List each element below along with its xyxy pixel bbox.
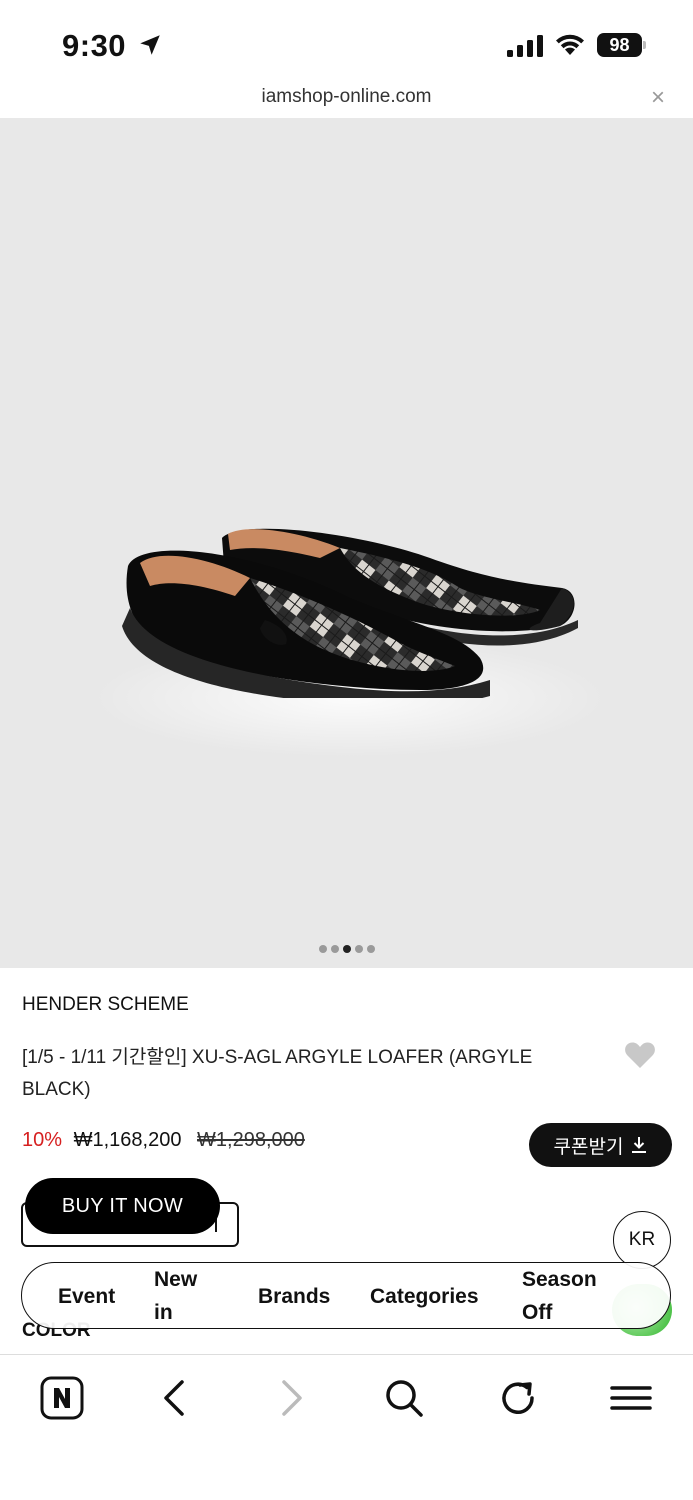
download-icon	[632, 1137, 647, 1153]
product-image-loafers	[122, 528, 578, 698]
reload-icon[interactable]	[496, 1376, 540, 1420]
url-text[interactable]: iamshop-online.com	[0, 86, 693, 108]
naver-app-icon[interactable]	[40, 1376, 84, 1420]
carousel-dot[interactable]	[366, 945, 375, 953]
buy-it-now-button[interactable]: BUY IT NOW	[25, 1178, 220, 1234]
sale-price: ₩1,168,200	[73, 1129, 182, 1151]
carousel-dot[interactable]	[330, 945, 339, 953]
status-bar: 9:30 98	[0, 0, 693, 84]
heart-icon[interactable]	[624, 1040, 656, 1070]
menu-icon[interactable]	[609, 1376, 653, 1420]
close-icon[interactable]: ×	[648, 84, 668, 112]
battery-nub	[643, 41, 646, 49]
search-icon[interactable]	[382, 1376, 426, 1420]
wifi-icon	[556, 34, 584, 55]
battery-icon: 98	[597, 33, 647, 57]
carousel-dot[interactable]	[354, 945, 363, 953]
product-image-gallery[interactable]	[0, 118, 693, 968]
battery-level: 98	[597, 33, 642, 57]
category-nav: Event New in Brands Categories Season Of…	[21, 1262, 671, 1329]
url-bar[interactable]: iamshop-online.com ×	[0, 84, 693, 118]
signal-icon	[507, 35, 543, 57]
browser-toolbar	[0, 1354, 693, 1500]
forward-icon[interactable]	[268, 1376, 312, 1420]
nav-item-brands[interactable]: Brands	[258, 1280, 330, 1313]
price-row: 10% ₩1,168,200 ₩1,298,000	[22, 1129, 305, 1152]
locale-button[interactable]: KR	[613, 1211, 671, 1269]
nav-item-categories[interactable]: Categories	[370, 1280, 479, 1313]
product-brand[interactable]: HENDER SCHEME	[22, 994, 189, 1016]
nav-item-season-off[interactable]: Season Off	[522, 1263, 612, 1329]
carousel-dots[interactable]	[0, 940, 693, 958]
carousel-dot-active[interactable]	[342, 945, 351, 953]
nav-item-event[interactable]: Event	[58, 1280, 115, 1313]
status-time: 9:30	[62, 28, 127, 63]
carousel-dot[interactable]	[318, 945, 327, 953]
coupon-label: 쿠폰받기	[553, 1136, 624, 1158]
location-arrow-icon	[140, 35, 160, 55]
product-title: [1/5 - 1/11 기간할인] XU-S-AGL ARGYLE LOAFER…	[22, 1047, 533, 1100]
coupon-download-button[interactable]: 쿠폰받기	[529, 1123, 672, 1167]
back-icon[interactable]	[154, 1376, 198, 1420]
discount-rate: 10%	[22, 1129, 63, 1151]
original-price: ₩1,298,000	[197, 1129, 305, 1151]
nav-item-new-in[interactable]: New in	[154, 1263, 214, 1329]
